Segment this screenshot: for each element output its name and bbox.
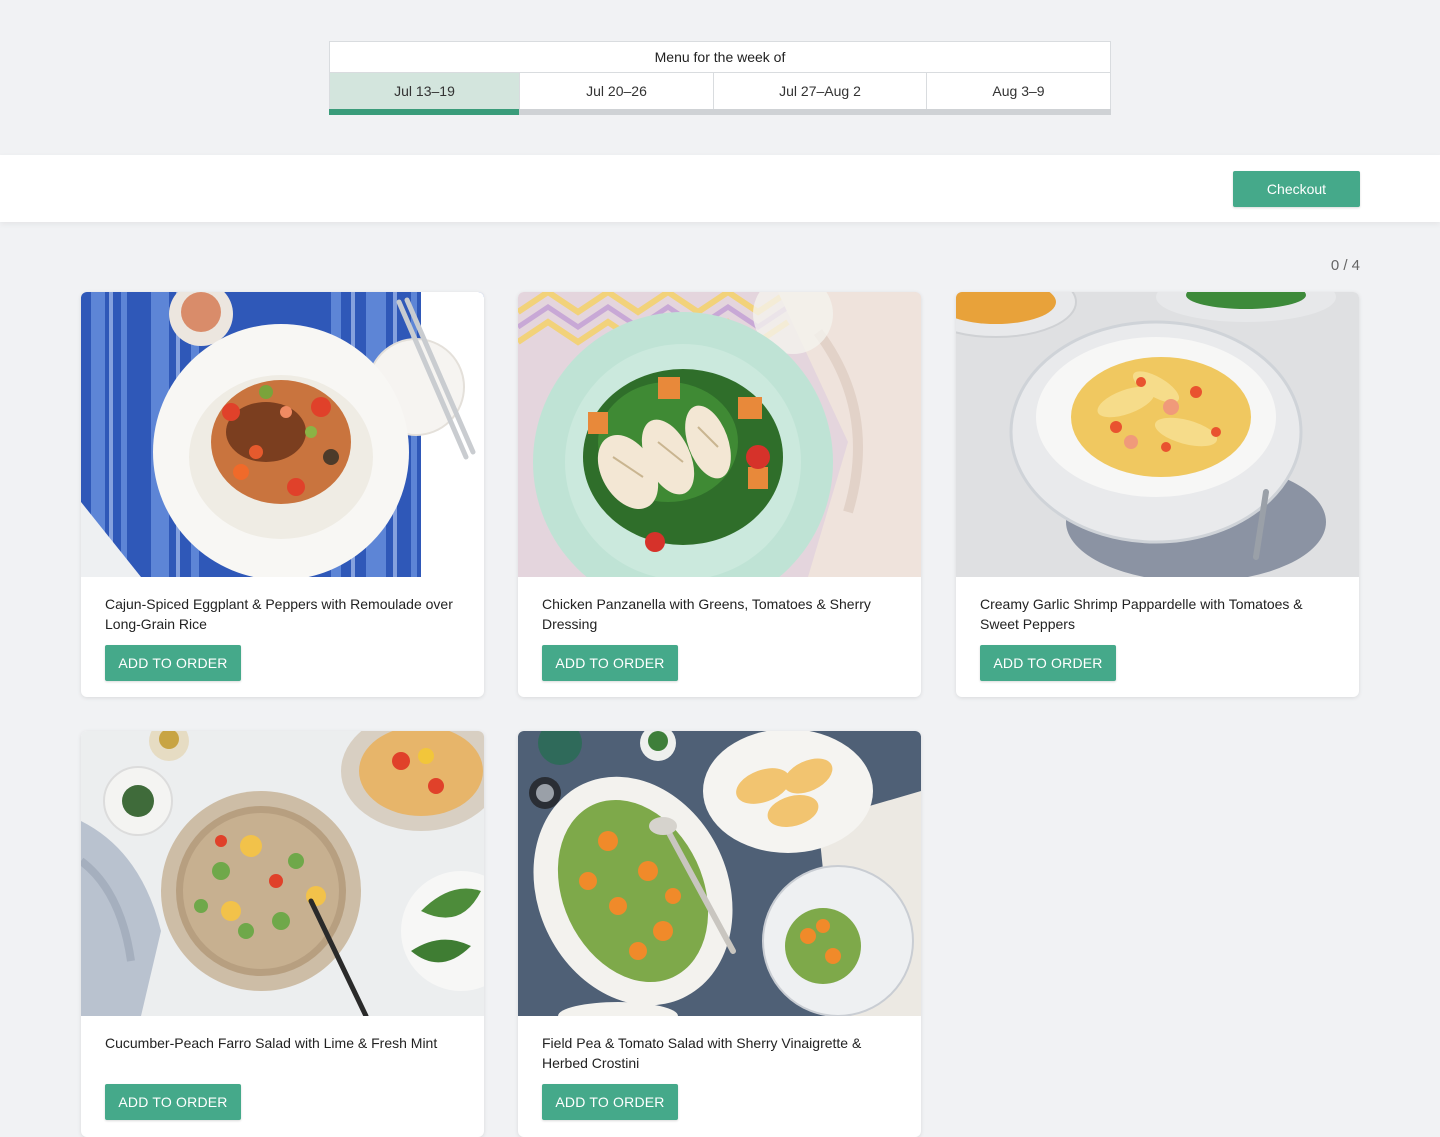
meal-card: Creamy Garlic Shrimp Pappardelle with To… (956, 292, 1359, 697)
tab-week-jul-13-19[interactable]: Jul 13–19 (330, 73, 520, 109)
week-selector: Menu for the week of Jul 13–19 Jul 20–26… (329, 41, 1111, 115)
meal-photo-field-pea-salad (518, 731, 921, 1016)
week-progress-fill (329, 109, 520, 115)
add-to-order-button[interactable]: ADD TO ORDER (105, 645, 241, 681)
order-count: 0 / 4 (1330, 257, 1360, 274)
add-to-order-button[interactable]: ADD TO ORDER (980, 645, 1116, 681)
meal-card: Field Pea & Tomato Salad with Sherry Vin… (518, 731, 921, 1137)
meal-card: Chicken Panzanella with Greens, Tomatoes… (518, 292, 921, 697)
meal-title: Field Pea & Tomato Salad with Sherry Vin… (542, 1035, 862, 1071)
meal-card: Cucumber-Peach Farro Salad with Lime & F… (81, 731, 484, 1137)
add-to-order-button[interactable]: ADD TO ORDER (105, 1084, 241, 1120)
week-progress-bar (329, 109, 1111, 115)
checkout-button[interactable]: Checkout (1233, 171, 1360, 207)
meal-card: Cajun-Spiced Eggplant & Peppers with Rem… (81, 292, 484, 697)
meal-title: Creamy Garlic Shrimp Pappardelle with To… (980, 596, 1303, 632)
order-toolbar: Checkout (0, 155, 1440, 222)
meal-photo-chicken-panzanella (518, 292, 921, 577)
meal-photo-eggplant (81, 292, 484, 577)
week-tabs: Jul 13–19 Jul 20–26 Jul 27–Aug 2 Aug 3–9 (330, 73, 1110, 109)
meal-photo-shrimp-pappardelle (956, 292, 1359, 577)
meal-photo-farro-salad (81, 731, 484, 1016)
week-selector-header: Menu for the week of (330, 42, 1110, 73)
meal-title: Chicken Panzanella with Greens, Tomatoes… (542, 596, 871, 632)
meal-title: Cucumber-Peach Farro Salad with Lime & F… (105, 1035, 438, 1051)
add-to-order-button[interactable]: ADD TO ORDER (542, 645, 678, 681)
tab-week-aug-3-9[interactable]: Aug 3–9 (927, 73, 1110, 109)
tab-week-jul-20-26[interactable]: Jul 20–26 (520, 73, 714, 109)
add-to-order-button[interactable]: ADD TO ORDER (542, 1084, 678, 1120)
meal-title: Cajun-Spiced Eggplant & Peppers with Rem… (105, 596, 453, 632)
tab-week-jul-27-aug-2[interactable]: Jul 27–Aug 2 (714, 73, 927, 109)
